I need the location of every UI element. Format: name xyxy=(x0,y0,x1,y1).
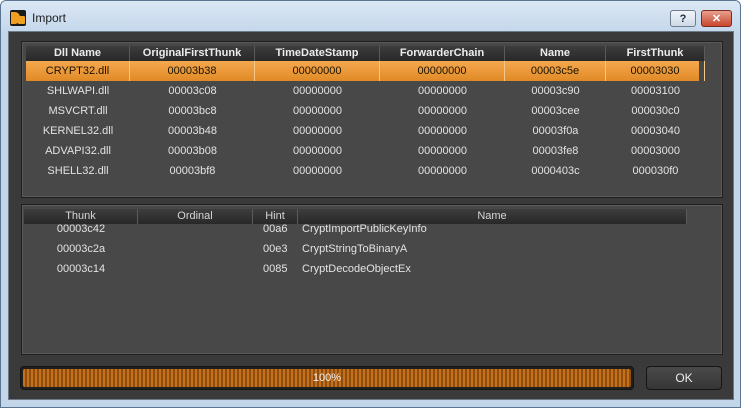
modules-row[interactable]: KERNEL32.dll 00003b48 00000000 00000000 0000… xyxy=(26,121,699,141)
modules-cell: 00003b38 xyxy=(130,61,255,81)
modules-row[interactable]: MSVCRT.dll 00003bc8 00000000 00000000 00003c… xyxy=(26,101,699,121)
functions-cell: CryptImportPublicKeyInfo xyxy=(302,223,427,235)
functions-cell: CryptDecodeObjectEx xyxy=(302,263,411,275)
modules-cell: 00003000 xyxy=(631,145,680,157)
modules-cell: 00000000 xyxy=(293,125,342,137)
modules-cell: SHLWAPI.dll xyxy=(46,85,110,97)
modules-cell: KERNEL32.dll xyxy=(42,125,114,137)
ok-button[interactable]: OK xyxy=(646,366,722,390)
help-button[interactable]: ? xyxy=(670,10,696,27)
modules-cell: CRYPT32.dll xyxy=(26,61,130,81)
functions-cell xyxy=(138,219,253,239)
modules-cell: SHELL32.dll xyxy=(47,165,109,177)
modules-cell: 00003c90 xyxy=(531,85,580,97)
modules-cell: 00000000 xyxy=(255,61,380,81)
modules-cell: 00000000 xyxy=(418,165,467,177)
dialog-body: Dll Name OriginalFirstThunk TimeDateStamp F… xyxy=(8,31,734,400)
functions-cell: 00003c14 xyxy=(56,263,106,275)
modules-cell: 00003b48 xyxy=(168,125,217,137)
modules-column-header[interactable]: ForwarderChain xyxy=(380,46,505,61)
progress-bar: 100% xyxy=(20,366,634,390)
modules-cell: 00003bf8 xyxy=(169,165,216,177)
functions-cell xyxy=(138,259,253,279)
progress-label: 100% xyxy=(312,372,342,384)
modules-column-header[interactable]: Name xyxy=(505,46,606,61)
imported-functions-table[interactable]: Thunk Ordinal Hint Name 00003c42 00a6 CryptIm… xyxy=(21,204,723,355)
modules-row[interactable]: SHLWAPI.dll 00003c08 00000000 00000000 00003… xyxy=(26,81,699,101)
modules-column-header[interactable]: OriginalFirstThunk xyxy=(130,46,255,61)
modules-cell: 000030f0 xyxy=(632,165,679,177)
modules-column-header[interactable]: TimeDateStamp xyxy=(255,46,380,61)
modules-cell: 00003fe8 xyxy=(532,145,579,157)
modules-column-header[interactable]: Dll Name xyxy=(26,46,130,61)
modules-cell: 00003100 xyxy=(631,85,680,97)
modules-cell: ADVAPI32.dll xyxy=(45,145,111,157)
modules-row[interactable]: ADVAPI32.dll 00003b08 00000000 00000000 0000… xyxy=(26,141,699,161)
modules-cell: 00000000 xyxy=(418,85,467,97)
modules-cell: 00000000 xyxy=(380,61,505,81)
window-title: Import xyxy=(32,11,67,25)
modules-cell: MSVCRT.dll xyxy=(48,105,108,117)
functions-cell: 00003c42 xyxy=(56,223,106,235)
functions-row[interactable]: 00003c14 0085 CryptDecodeObjectEx xyxy=(26,259,699,279)
functions-cell: 00003c2a xyxy=(56,243,106,255)
modules-cell: 00003030 xyxy=(606,61,705,81)
title-bar: Import ? ✕ xyxy=(1,1,740,31)
functions-row[interactable]: 00003c2a 00e3 CryptStringToBinaryA xyxy=(26,239,699,259)
app-logo-icon xyxy=(10,10,26,26)
modules-cell: 0000403c xyxy=(531,165,580,177)
functions-cell: CryptStringToBinaryA xyxy=(302,243,408,255)
functions-cell xyxy=(138,239,253,259)
import-dialog: Import ? ✕ Dll Name OriginalFirstThunk Tim… xyxy=(0,0,741,408)
modules-cell: 00003cee xyxy=(531,105,580,117)
modules-cell: 00000000 xyxy=(418,105,467,117)
modules-cell: 00003040 xyxy=(631,125,680,137)
modules-cell: 00000000 xyxy=(418,125,467,137)
imported-modules-table[interactable]: Dll Name OriginalFirstThunk TimeDateStamp F… xyxy=(21,41,723,198)
modules-cell: 00003bc8 xyxy=(168,105,217,117)
modules-row[interactable]: SHELL32.dll 00003bf8 00000000 00000000 00004… xyxy=(26,161,699,181)
close-button[interactable]: ✕ xyxy=(701,10,732,27)
modules-cell: 00000000 xyxy=(418,145,467,157)
modules-cell: 00000000 xyxy=(293,85,342,97)
modules-cell: 00000000 xyxy=(293,165,342,177)
modules-cell: 00000000 xyxy=(293,105,342,117)
modules-cell: 00003b08 xyxy=(168,145,217,157)
modules-column-header[interactable]: FirstThunk xyxy=(606,46,705,61)
modules-row[interactable]: CRYPT32.dll 00003b38 00000000 00000000 00003… xyxy=(26,61,705,81)
modules-cell: 00000000 xyxy=(293,145,342,157)
functions-row[interactable]: 00003c42 00a6 CryptImportPublicKeyInfo xyxy=(26,219,699,239)
modules-cell: 00003c08 xyxy=(168,85,217,97)
modules-cell: 00003f0a xyxy=(532,125,579,137)
modules-cell: 000030c0 xyxy=(631,105,680,117)
modules-cell: 00003c5e xyxy=(505,61,606,81)
